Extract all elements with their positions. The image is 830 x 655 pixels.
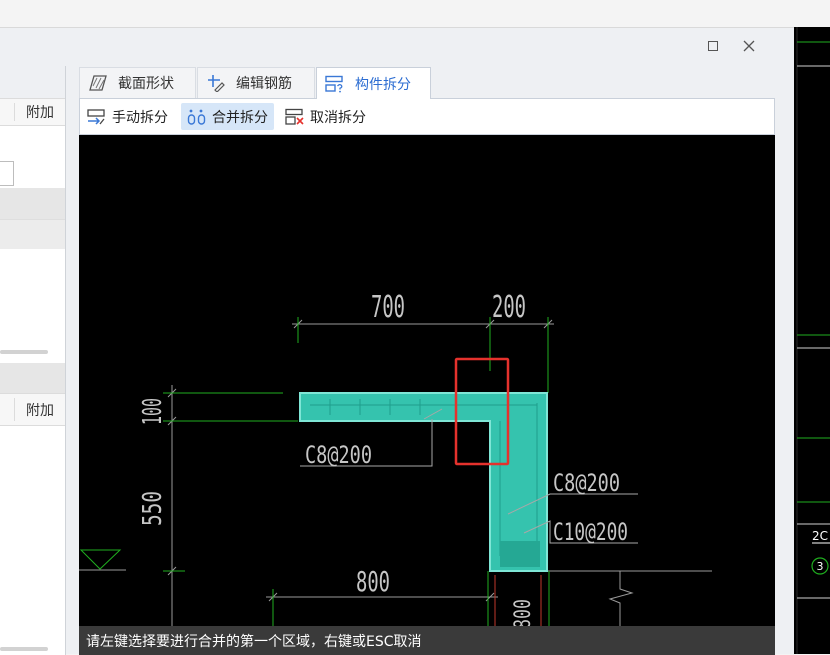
manual-split-button[interactable]: 手动拆分 (81, 103, 174, 130)
merge-split-icon (187, 108, 206, 126)
panel-top-gap (0, 66, 65, 98)
rebar-label-right-1: C8@200 (553, 469, 620, 497)
tab-label: 截面形状 (118, 76, 174, 92)
maximize-icon[interactable] (706, 39, 720, 53)
elevation-marker (79, 549, 122, 570)
cad-drawing[interactable]: 700 200 100 550 C8@200 C8@200 C10@200 80… (79, 135, 775, 626)
tab-label: 构件拆分 (355, 76, 411, 93)
component-split-icon (325, 75, 345, 93)
cancel-split-button[interactable]: 取消拆分 (279, 103, 372, 130)
dimension-text-bottom-vertical: 800 (511, 599, 536, 626)
dimension-text-left-bottom: 550 (138, 491, 168, 526)
cad-canvas[interactable]: 700 200 100 550 C8@200 C8@200 C10@200 80… (79, 135, 775, 626)
dimension-text-top-left: 700 (371, 290, 405, 325)
horizontal-scrollbar[interactable] (0, 647, 48, 651)
break-symbol (608, 571, 634, 626)
table-header-bottom: 附加 (0, 393, 65, 426)
edit-rebar-icon (206, 74, 226, 92)
merge-split-label: 合并拆分 (212, 109, 268, 126)
manual-split-icon (87, 108, 106, 126)
background-cad-canvas[interactable]: 2C 3 (794, 27, 830, 654)
maximize-icon-square (708, 41, 718, 51)
panel-group-row (0, 188, 65, 219)
horizontal-scrollbar[interactable] (0, 350, 48, 354)
member-core-region (500, 541, 540, 567)
rebar-label-right-2: C10@200 (553, 518, 628, 546)
tab-section-shape[interactable]: 截面形状 (79, 67, 196, 98)
rebar-label-top: C8@200 (305, 441, 372, 469)
close-icon[interactable] (742, 39, 756, 53)
table-header-top: 附加 (0, 98, 65, 126)
column-header-extra: 附加 (26, 105, 54, 121)
split-toolbar: 手动拆分 合并拆分 取消拆分 (79, 98, 775, 135)
background-cad-drawing: 2C 3 (796, 27, 830, 654)
tab-component-split[interactable]: 构件拆分 (316, 67, 431, 99)
cancel-split-icon (285, 108, 304, 126)
dimension-text-top-right: 200 (492, 290, 526, 325)
section-shape-icon (88, 74, 108, 92)
column-header-extra: 附加 (26, 402, 54, 419)
property-value-input[interactable] (0, 161, 14, 186)
panel-group-row (0, 219, 65, 249)
status-bar: 请左键选择要进行合并的第一个区域，右键或ESC取消 (79, 626, 775, 655)
tab-strip: 截面形状 编辑钢筋 构件拆分 (79, 67, 775, 99)
extension-lines (79, 317, 550, 626)
left-property-panel: 附加 附加 (0, 66, 66, 655)
app-background-strip (0, 0, 830, 27)
status-message: 请左键选择要进行合并的第一个区域，右键或ESC取消 (86, 633, 422, 650)
column-divider (14, 103, 15, 121)
close-icon-glyph (743, 40, 755, 52)
dimension-text-left-top: 100 (138, 398, 168, 425)
cancel-split-label: 取消拆分 (310, 109, 366, 126)
merge-split-button[interactable]: 合并拆分 (181, 103, 274, 130)
manual-split-label: 手动拆分 (112, 109, 168, 126)
panel-section-bar (0, 363, 65, 393)
column-divider (14, 398, 15, 421)
marker-number: 3 (817, 560, 824, 573)
tab-edit-rebar[interactable]: 编辑钢筋 (197, 67, 315, 98)
dimension-text-bottom: 800 (356, 565, 390, 598)
background-label: 2C (812, 529, 828, 543)
rebar-edit-dialog: 附加 附加 截面形状 编辑钢筋 构件拆分 手动拆分 合并拆分 取消拆分 700 … (0, 27, 794, 655)
tab-label: 编辑钢筋 (236, 76, 292, 92)
